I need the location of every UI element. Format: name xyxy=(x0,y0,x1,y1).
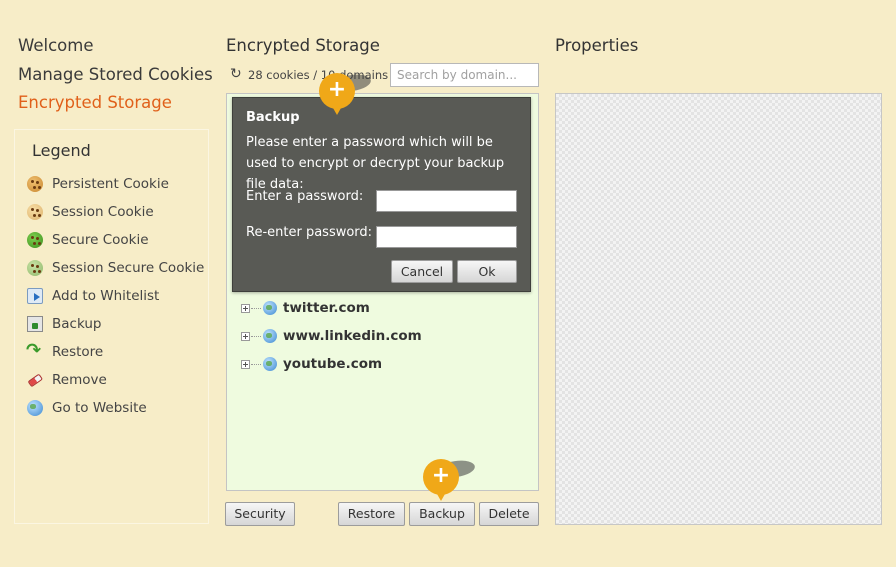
legend-item: Session Secure Cookie xyxy=(27,254,204,282)
domain-label[interactable]: twitter.com xyxy=(283,300,370,316)
legend-item-label: Persistent Cookie xyxy=(52,176,169,192)
legend-item: Go to Website xyxy=(27,394,204,422)
plus-icon: + xyxy=(327,77,347,102)
plus-icon: + xyxy=(431,463,451,488)
legend-item-label: Go to Website xyxy=(52,400,147,416)
session-secure-cookie-icon xyxy=(27,260,43,276)
legend-item: Secure Cookie xyxy=(27,226,204,254)
password-field[interactable] xyxy=(376,190,517,212)
dialog-message: Please enter a password which will be us… xyxy=(246,135,505,192)
tree-connector xyxy=(251,335,261,337)
legend-item-label: Restore xyxy=(52,344,104,360)
reenter-password-label: Re-enter password: xyxy=(246,225,373,240)
tree-row[interactable]: www.linkedin.com xyxy=(241,326,422,346)
session-cookie-icon xyxy=(27,204,43,220)
properties-title: Properties xyxy=(555,36,639,55)
dialog-title: Backup xyxy=(246,110,300,125)
domain-label[interactable]: youtube.com xyxy=(283,356,382,372)
legend-item: Session Cookie xyxy=(27,198,204,226)
globe-icon[interactable] xyxy=(263,329,277,343)
legend-item-label: Session Cookie xyxy=(52,204,154,220)
backup-icon xyxy=(27,316,43,332)
legend-panel: Legend Persistent Cookie Session Cookie … xyxy=(14,129,209,524)
legend-item: Restore xyxy=(26,338,204,366)
domain-label[interactable]: www.linkedin.com xyxy=(283,328,422,344)
legend-item: Add to Whitelist xyxy=(27,282,204,310)
globe-icon[interactable] xyxy=(263,301,277,315)
security-button[interactable]: Security xyxy=(225,502,295,526)
reenter-password-field[interactable] xyxy=(376,226,517,248)
tree-row[interactable]: twitter.com xyxy=(241,298,370,318)
expand-icon[interactable] xyxy=(241,331,250,341)
expand-icon[interactable] xyxy=(241,303,250,313)
password-label: Enter a password: xyxy=(246,189,364,204)
secure-cookie-icon xyxy=(27,232,43,248)
ok-button[interactable]: Ok xyxy=(457,260,517,283)
persistent-cookie-icon xyxy=(27,176,43,192)
legend-item-label: Session Secure Cookie xyxy=(52,260,205,276)
tour-pin-marker[interactable]: + xyxy=(319,72,372,119)
remove-icon xyxy=(24,369,46,391)
tree-connector xyxy=(251,363,261,365)
legend-item-label: Backup xyxy=(52,316,102,332)
globe-icon[interactable] xyxy=(263,357,277,371)
nav-manage-stored-cookies[interactable]: Manage Stored Cookies xyxy=(18,63,213,92)
legend-item: Persistent Cookie xyxy=(27,170,204,198)
restore-icon xyxy=(26,340,43,361)
globe-icon xyxy=(27,400,43,416)
tour-pin-marker[interactable]: + xyxy=(423,458,476,505)
legend-list: Persistent Cookie Session Cookie Secure … xyxy=(26,170,204,422)
backup-button[interactable]: Backup xyxy=(409,502,475,526)
left-navigation: Welcome Manage Stored Cookies Encrypted … xyxy=(18,34,213,120)
legend-item-label: Secure Cookie xyxy=(52,232,149,248)
expand-icon[interactable] xyxy=(241,359,250,369)
refresh-icon[interactable]: ↻ xyxy=(230,66,242,82)
legend-item-label: Remove xyxy=(52,372,107,388)
legend-item: Backup xyxy=(27,310,204,338)
nav-welcome[interactable]: Welcome xyxy=(18,34,213,63)
whitelist-icon xyxy=(27,288,43,304)
nav-encrypted-storage[interactable]: Encrypted Storage xyxy=(18,91,213,120)
restore-button[interactable]: Restore xyxy=(338,502,405,526)
legend-item-label: Add to Whitelist xyxy=(52,288,160,304)
tree-row[interactable]: youtube.com xyxy=(241,354,382,374)
delete-button[interactable]: Delete xyxy=(479,502,539,526)
properties-panel xyxy=(555,93,882,525)
legend-item: Remove xyxy=(27,366,204,394)
tree-connector xyxy=(251,307,261,309)
cancel-button[interactable]: Cancel xyxy=(391,260,453,283)
backup-dialog: Backup Please enter a password which wil… xyxy=(232,97,531,292)
legend-title: Legend xyxy=(32,141,91,160)
encrypted-storage-title: Encrypted Storage xyxy=(226,36,380,55)
search-input[interactable] xyxy=(390,63,539,87)
